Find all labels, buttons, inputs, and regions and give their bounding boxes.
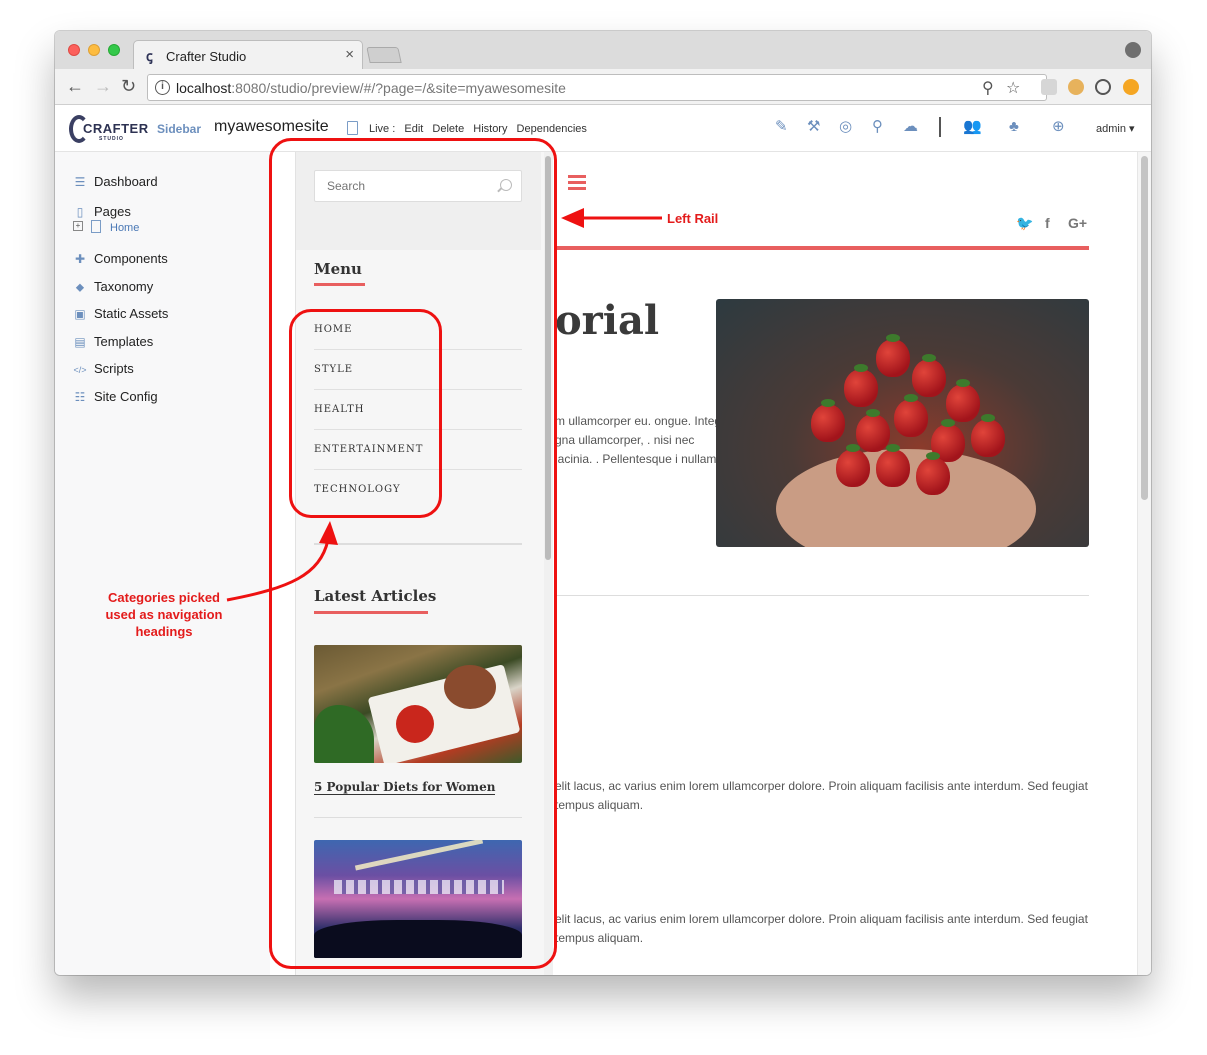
left-rail-arrow-head	[561, 208, 584, 228]
categories-arrow-line	[226, 539, 330, 602]
categories-arrow-head	[319, 521, 338, 545]
annotation-arrows	[226, 208, 662, 602]
